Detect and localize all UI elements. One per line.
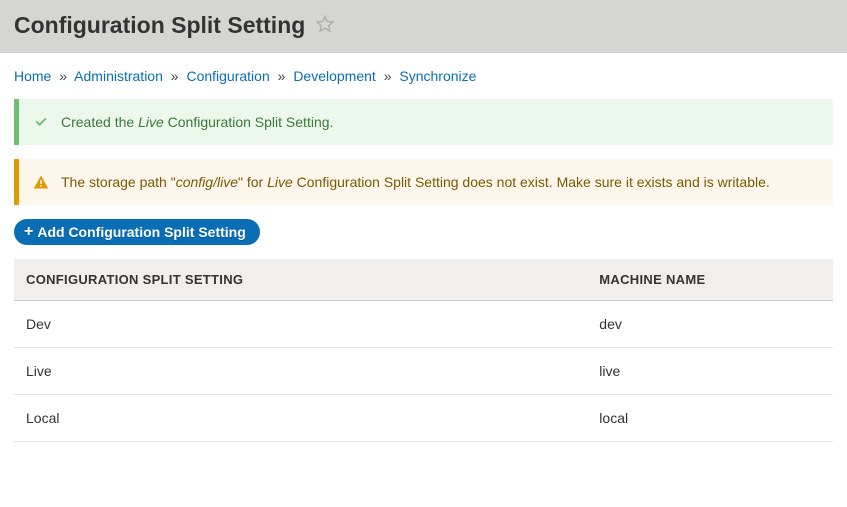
cell-machine: live [587,348,833,395]
table-row: Dev dev [14,301,833,348]
config-splits-table: Configuration Split Setting Machine name… [14,259,833,442]
breadcrumb-link[interactable]: Home [14,68,51,84]
add-button-label: Add Configuration Split Setting [37,224,245,240]
star-icon[interactable] [315,14,335,38]
breadcrumb-sep: » [380,68,396,84]
plus-icon: + [24,224,33,240]
breadcrumb-link[interactable]: Administration [74,68,163,84]
warning-icon [33,174,49,190]
breadcrumb-link[interactable]: Development [293,68,376,84]
check-icon [33,114,49,130]
breadcrumb-sep: » [55,68,71,84]
page-title: Configuration Split Setting [14,12,305,39]
status-message-success: Created the Live Configuration Split Set… [14,99,833,145]
message-text: Created the Live Configuration Split Set… [61,114,333,130]
add-configuration-split-button[interactable]: + Add Configuration Split Setting [14,219,260,245]
column-header-name: Configuration Split Setting [14,259,587,301]
message-text: The storage path "config/live" for Live … [61,174,770,190]
status-message-warning: The storage path "config/live" for Live … [14,159,833,205]
cell-name: Live [14,348,587,395]
cell-machine: local [587,395,833,442]
column-header-machine: Machine name [587,259,833,301]
cell-name: Dev [14,301,587,348]
cell-name: Local [14,395,587,442]
page-header: Configuration Split Setting [0,0,847,53]
breadcrumb-link[interactable]: Configuration [186,68,269,84]
breadcrumb: Home » Administration » Configuration » … [14,53,833,99]
table-row: Local local [14,395,833,442]
table-row: Live live [14,348,833,395]
breadcrumb-sep: » [274,68,290,84]
breadcrumb-link[interactable]: Synchronize [399,68,476,84]
cell-machine: dev [587,301,833,348]
breadcrumb-sep: » [167,68,183,84]
